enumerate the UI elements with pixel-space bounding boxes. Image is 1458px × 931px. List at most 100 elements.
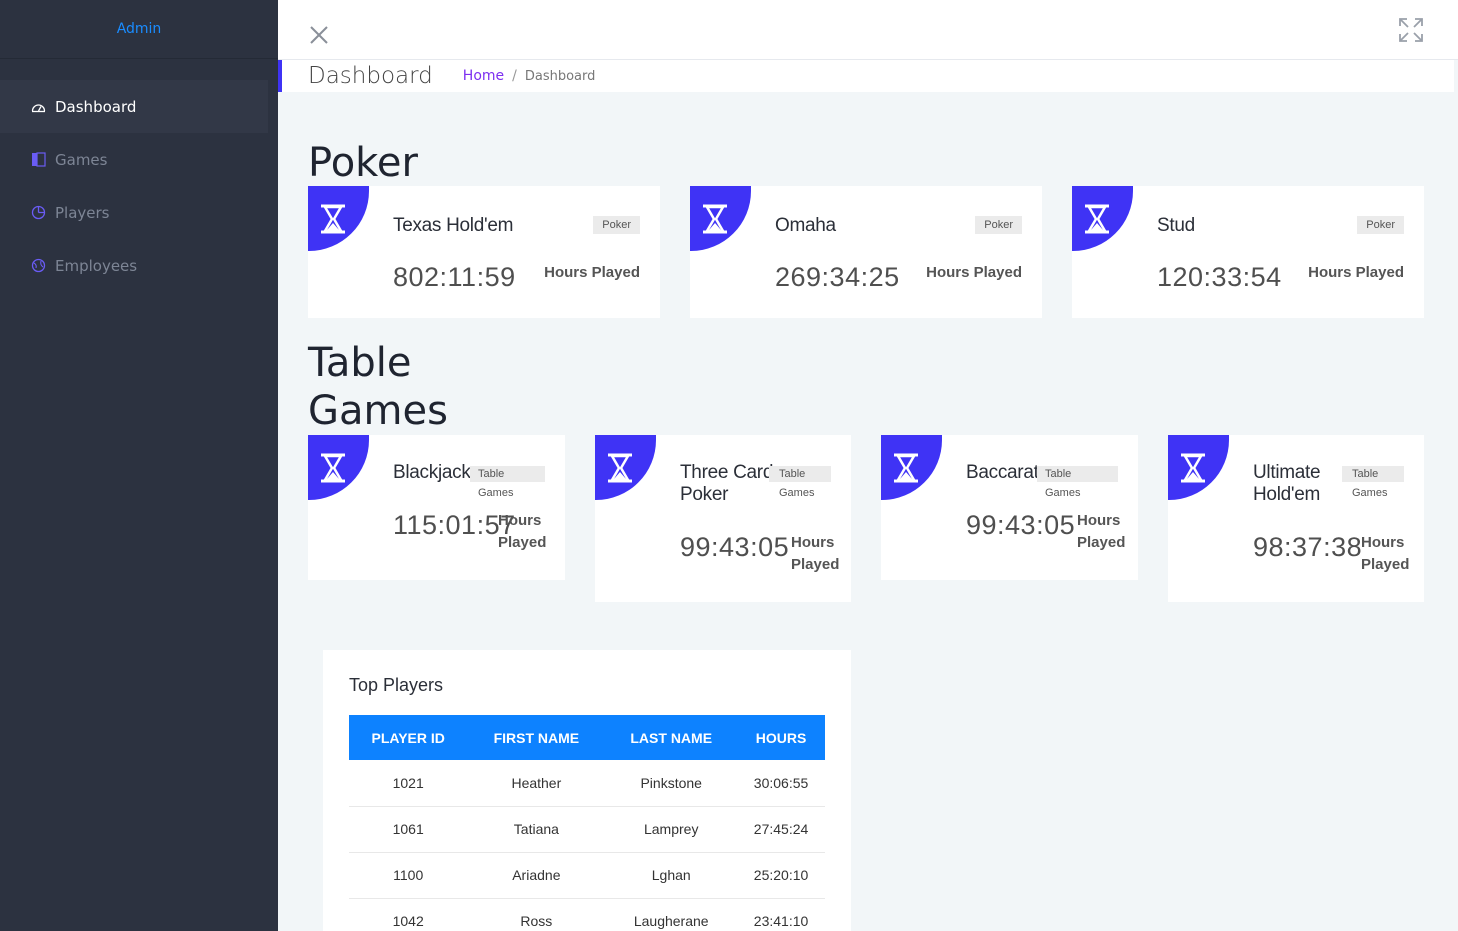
game-card-omaha[interactable]: Omaha Poker 269:34:25 Hours Played xyxy=(690,186,1042,318)
table-header-row: PLAYER ID FIRST NAME LAST NAME HOURS xyxy=(349,715,825,760)
page-header: Dashboard Home / Dashboard xyxy=(278,60,1454,92)
section-title-line: Games xyxy=(308,388,448,434)
game-name: Three Card Poker xyxy=(680,462,773,506)
cell-first-name: Ariadne xyxy=(467,852,606,899)
cell-player-id: 1021 xyxy=(349,760,468,807)
sidebar-item-label: Games xyxy=(55,150,108,169)
cell-first-name: Heather xyxy=(467,760,606,807)
game-name: Stud xyxy=(1157,215,1195,236)
game-card-baccarat[interactable]: Baccarat Table Games 99:43:05 Hours Play… xyxy=(881,435,1138,580)
hours-unit-line: Played xyxy=(1361,556,1410,573)
game-name-line: Three Card xyxy=(680,462,774,483)
fullscreen-expand-icon[interactable] xyxy=(1398,17,1424,43)
category-tag: Games xyxy=(1045,487,1081,499)
sidebar-item-games[interactable]: Games xyxy=(0,133,278,186)
hours-unit-label: Hours Played xyxy=(791,532,839,576)
breadcrumb-separator: / xyxy=(512,68,517,84)
hours-unit-line: Hours xyxy=(498,512,542,529)
hourglass-icon xyxy=(703,204,727,234)
sidebar-item-employees[interactable]: Employees xyxy=(0,239,278,292)
column-header-hours[interactable]: HOURS xyxy=(737,715,825,760)
game-card-three-card-poker[interactable]: Three Card Poker Table Games 99:43:05 Ho… xyxy=(595,435,851,602)
game-card-stud[interactable]: Stud Poker 120:33:54 Hours Played xyxy=(1072,186,1424,318)
section-title-table-games: Table Games xyxy=(308,339,448,435)
category-tag: Poker xyxy=(593,216,640,234)
hours-unit-label: Hours Played xyxy=(1361,532,1409,576)
cell-player-id: 1061 xyxy=(349,806,468,853)
table-row[interactable]: 1042 Ross Laugherane 23:41:10 xyxy=(349,898,825,931)
game-name: Omaha xyxy=(775,215,836,236)
cell-hours: 30:06:55 xyxy=(737,760,825,807)
sidebar-item-dashboard[interactable]: Dashboard xyxy=(0,80,268,133)
category-tag: Table xyxy=(1037,466,1118,482)
table-row[interactable]: 1061 Tatiana Lamprey 27:45:24 xyxy=(349,806,825,853)
top-players-panel: Top Players PLAYER ID FIRST NAME LAST NA… xyxy=(323,650,851,931)
top-header xyxy=(278,0,1458,60)
breadcrumb-current: Dashboard xyxy=(524,68,596,84)
hours-unit-line: Played xyxy=(791,556,840,573)
cell-player-id: 1100 xyxy=(349,852,468,899)
category-tag: Games xyxy=(779,487,815,499)
section-title-poker: Poker xyxy=(308,140,418,186)
column-header-last-name[interactable]: LAST NAME xyxy=(605,715,737,760)
hours-unit-label: Hours Played xyxy=(544,264,640,281)
pie-chart-icon xyxy=(30,205,46,221)
category-tag: Poker xyxy=(975,216,1022,234)
cell-first-name: Tatiana xyxy=(467,806,606,853)
game-name-line: Poker xyxy=(680,484,729,505)
cell-last-name: Lghan xyxy=(605,852,738,899)
hours-value: 99:43:05 xyxy=(966,510,1076,540)
sidebar: Admin Dashboard Games Players Employees xyxy=(0,0,278,931)
sidebar-item-players[interactable]: Players xyxy=(0,186,278,239)
hours-value: 99:43:05 xyxy=(680,532,790,562)
hourglass-icon xyxy=(608,453,632,483)
cell-last-name: Pinkstone xyxy=(605,760,738,807)
category-tag: Games xyxy=(1352,487,1388,499)
sidebar-item-label: Players xyxy=(55,203,110,222)
hours-unit-label: Hours Played xyxy=(1308,264,1404,281)
game-name: Ultimate Hold'em xyxy=(1253,462,1321,506)
category-tag: Games xyxy=(478,487,514,499)
hourglass-badge xyxy=(1072,186,1133,251)
dashboard-gauge-icon xyxy=(30,99,46,115)
close-icon[interactable] xyxy=(308,24,330,46)
hourglass-icon xyxy=(321,453,345,483)
sidebar-item-label: Employees xyxy=(55,256,138,275)
hours-unit-line: Played xyxy=(498,534,547,551)
hourglass-badge xyxy=(308,435,369,500)
cell-player-id: 1042 xyxy=(349,898,468,931)
hours-value: 98:37:38 xyxy=(1253,532,1363,562)
hours-unit-line: Hours xyxy=(1361,534,1405,551)
hourglass-icon xyxy=(1085,204,1109,234)
cell-first-name: Ross xyxy=(467,898,606,931)
category-tag: Table xyxy=(470,466,545,482)
column-header-first-name[interactable]: FIRST NAME xyxy=(467,715,605,760)
hours-value: 269:34:25 xyxy=(775,262,900,292)
hourglass-badge xyxy=(595,435,656,500)
hours-unit-label: Hours Played xyxy=(1077,510,1125,554)
game-name-line: Ultimate xyxy=(1253,462,1321,483)
category-tag: Table xyxy=(1342,466,1404,482)
hours-unit-label: Hours Played xyxy=(926,264,1022,281)
game-card-blackjack[interactable]: Blackjack Table Games 115:01:57 Hours Pl… xyxy=(308,435,565,580)
category-tag: Poker xyxy=(1357,216,1404,234)
cell-hours: 25:20:10 xyxy=(737,852,825,899)
hourglass-badge xyxy=(881,435,942,500)
game-card-texas-holdem[interactable]: Texas Hold'em Poker 802:11:59 Hours Play… xyxy=(308,186,660,318)
table-row[interactable]: 1021 Heather Pinkstone 30:06:55 xyxy=(349,760,825,807)
game-name: Blackjack xyxy=(393,462,471,483)
breadcrumb-home-link[interactable]: Home xyxy=(463,68,504,84)
book-icon xyxy=(30,152,46,168)
hourglass-icon xyxy=(894,453,918,483)
table-row[interactable]: 1100 Ariadne Lghan 25:20:10 xyxy=(349,852,825,899)
panel-title: Top Players xyxy=(349,675,444,695)
brand-admin[interactable]: Admin xyxy=(0,0,278,59)
column-header-player-id[interactable]: PLAYER ID xyxy=(349,715,467,760)
hours-unit-line: Played xyxy=(1077,534,1126,551)
category-tag: Table xyxy=(769,466,831,482)
globe-icon xyxy=(30,258,46,274)
game-card-ultimate-holdem[interactable]: Ultimate Hold'em Table Games 98:37:38 Ho… xyxy=(1168,435,1424,602)
breadcrumb: Home / Dashboard xyxy=(463,68,596,84)
game-name: Baccarat xyxy=(966,462,1039,483)
top-players-table: PLAYER ID FIRST NAME LAST NAME HOURS 102… xyxy=(349,715,825,931)
